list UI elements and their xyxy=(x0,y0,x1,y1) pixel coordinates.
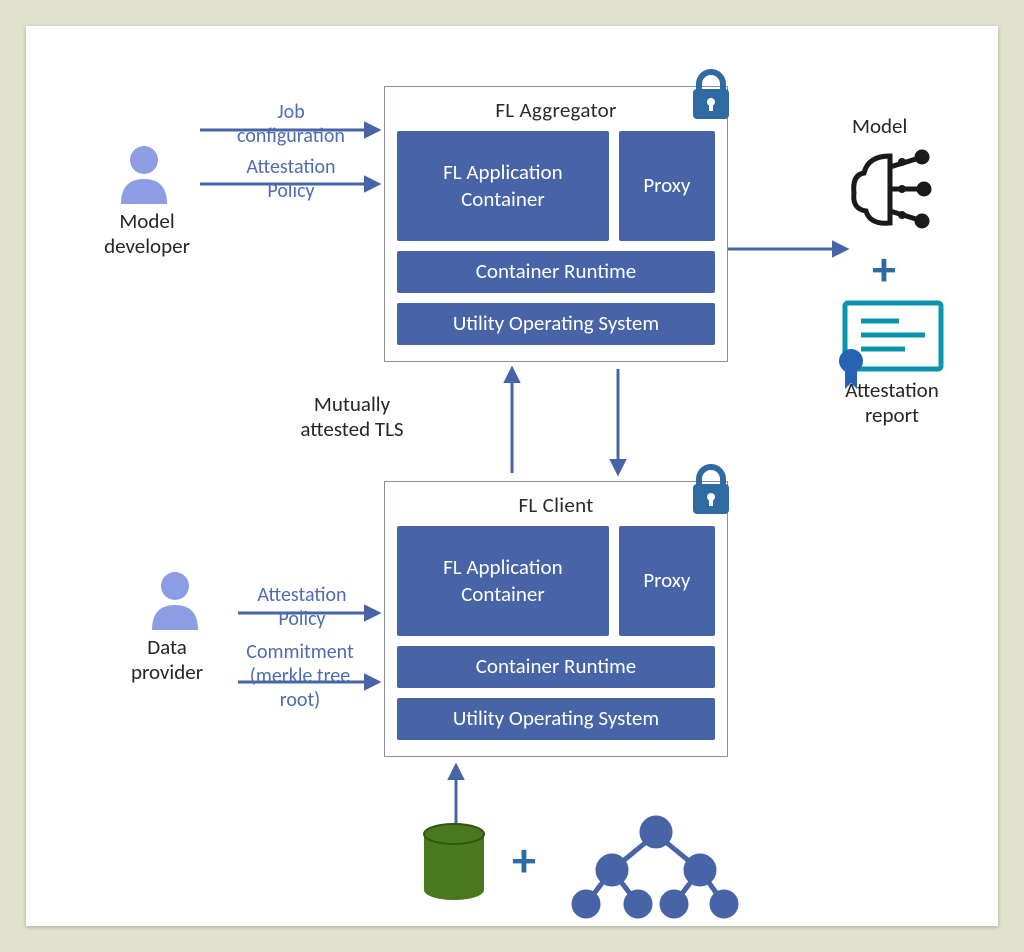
aggregator-proxy: Proxy xyxy=(619,131,715,241)
model-output-label: Model xyxy=(852,114,907,139)
plus-icon: + xyxy=(872,239,896,298)
attestation-report-label: Attestation report xyxy=(832,378,952,428)
client-os: Utility Operating System xyxy=(397,698,715,740)
lock-icon xyxy=(689,69,733,127)
client-runtime: Container Runtime xyxy=(397,646,715,688)
brain-icon xyxy=(854,152,929,226)
database-icon xyxy=(424,824,484,900)
plus-icon: + xyxy=(512,830,536,889)
aggregator-os: Utility Operating System xyxy=(397,303,715,345)
client-app: FL Application Container xyxy=(397,526,609,636)
data-provider-label: Data provider xyxy=(112,635,222,685)
merkle-tree-icon xyxy=(574,818,736,916)
aggregator-card: FL Aggregator FL Application Container P… xyxy=(384,86,728,362)
job-config-label: Job configuration xyxy=(226,100,356,148)
aggregator-app: FL Application Container xyxy=(397,131,609,241)
client-card: FL Client FL Application Container Proxy… xyxy=(384,481,728,757)
model-developer-label: Model developer xyxy=(92,209,202,259)
attest-policy-label-2: Attestation Policy xyxy=(242,583,362,631)
aggregator-title: FL Aggregator xyxy=(397,97,715,123)
aggregator-runtime: Container Runtime xyxy=(397,251,715,293)
commitment-label: Commitment (merkle tree root) xyxy=(230,640,370,712)
client-title: FL Client xyxy=(397,492,715,518)
client-proxy: Proxy xyxy=(619,526,715,636)
tls-label: Mutually attested TLS xyxy=(272,392,432,442)
attest-policy-label: Attestation Policy xyxy=(226,155,356,203)
user-icon xyxy=(121,146,167,204)
user-icon xyxy=(152,572,198,630)
lock-icon xyxy=(689,464,733,522)
diagram-panel: FL Aggregator FL Application Container P… xyxy=(26,26,998,926)
